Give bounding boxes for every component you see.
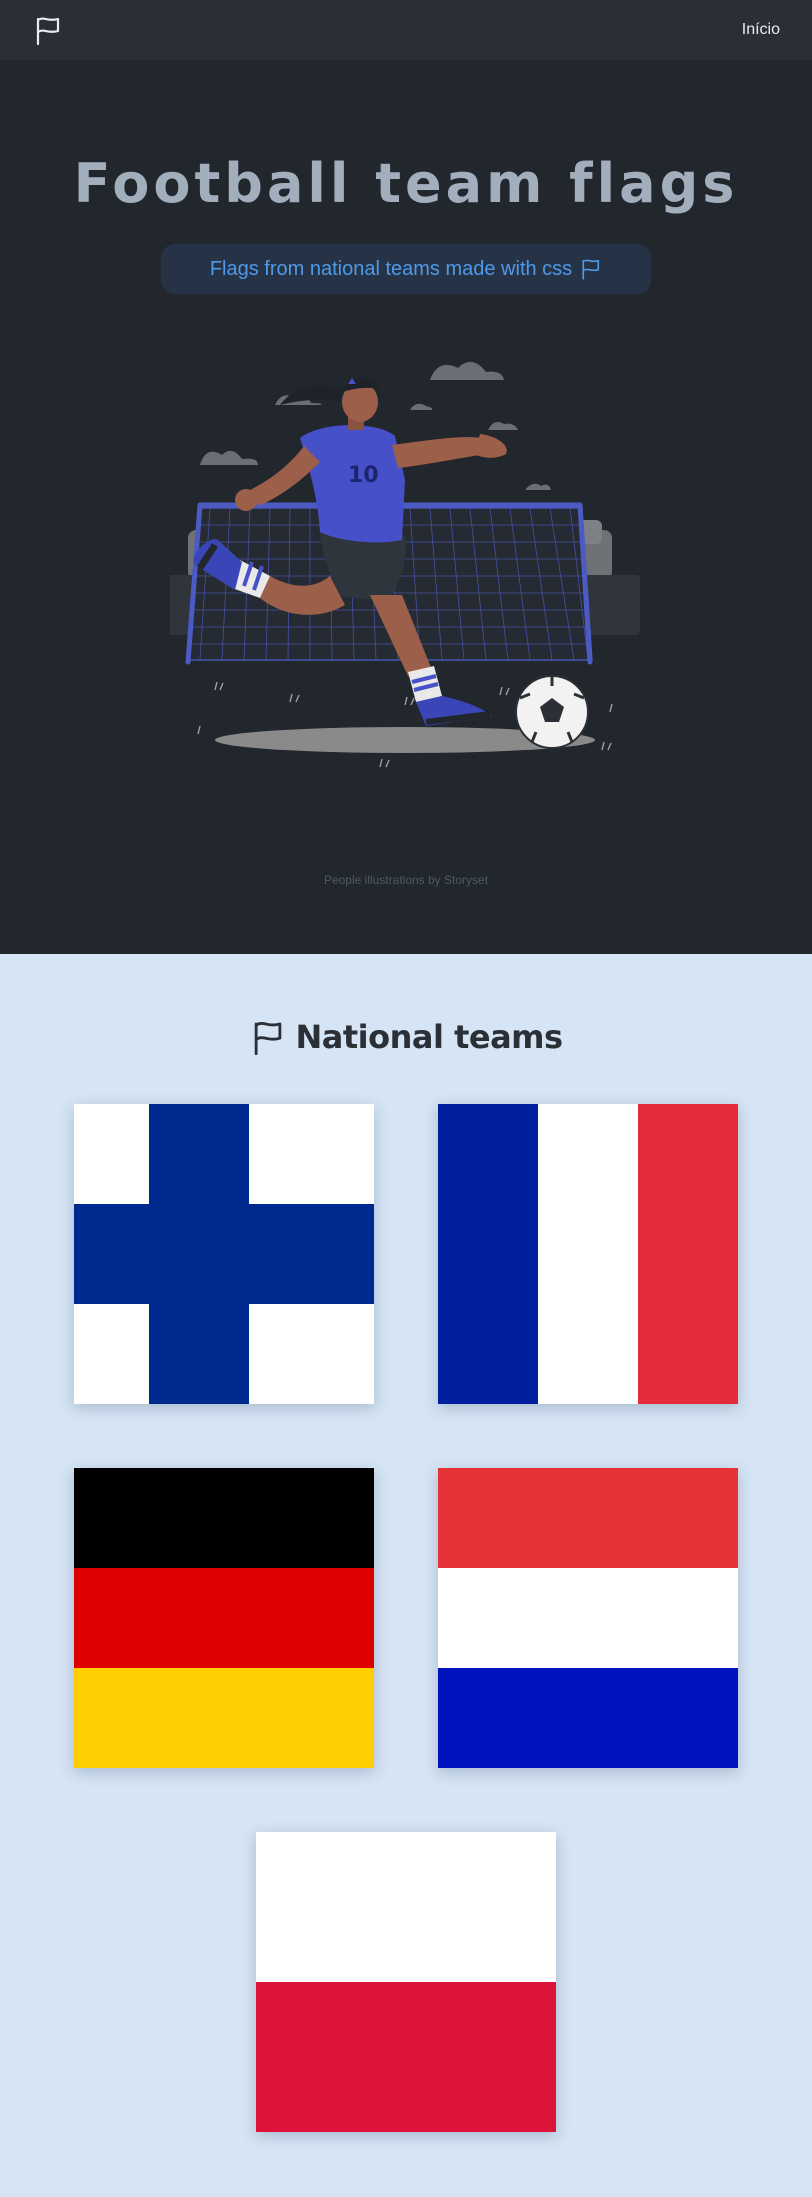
stripe-middle xyxy=(538,1104,638,1404)
hero-section: Football team flags Flags from national … xyxy=(0,60,812,954)
navbar: Início xyxy=(0,0,812,60)
stripe-top xyxy=(74,1468,374,1568)
subtitle-text: Flags from national teams made with css xyxy=(209,257,573,280)
france-flag[interactable] xyxy=(438,1104,738,1404)
nav-link-inicio[interactable]: Início xyxy=(742,21,780,39)
stripe-bottom xyxy=(256,1982,556,2132)
stripe-bottom xyxy=(438,1668,738,1768)
illustration-credit: People illustrations by Storyset xyxy=(323,873,489,887)
flag-logo-icon[interactable] xyxy=(32,14,64,46)
national-teams-heading: National teams xyxy=(295,1018,563,1056)
finland-flag[interactable] xyxy=(74,1104,374,1404)
stripe-middle xyxy=(438,1568,738,1668)
stripe-top xyxy=(256,1832,556,1982)
cross-horizontal-bar xyxy=(74,1204,374,1304)
poland-flag[interactable] xyxy=(256,1832,556,2132)
page-title: Football team flags xyxy=(73,152,739,215)
stripe-bottom xyxy=(74,1668,374,1768)
footballer-illustration: 10 xyxy=(170,361,640,768)
stripe-right xyxy=(638,1104,738,1404)
stripe-middle xyxy=(74,1568,374,1668)
flag-icon xyxy=(582,259,600,280)
national-teams-title: National teams xyxy=(0,1018,812,1056)
germany-flag[interactable] xyxy=(74,1468,374,1768)
svg-text:10: 10 xyxy=(348,463,379,488)
subtitle-pill: Flags from national teams made with css xyxy=(161,244,651,294)
netherlands-flag[interactable] xyxy=(438,1468,738,1768)
stripe-left xyxy=(438,1104,538,1404)
flag-icon xyxy=(255,1022,282,1056)
stripe-top xyxy=(438,1468,738,1568)
